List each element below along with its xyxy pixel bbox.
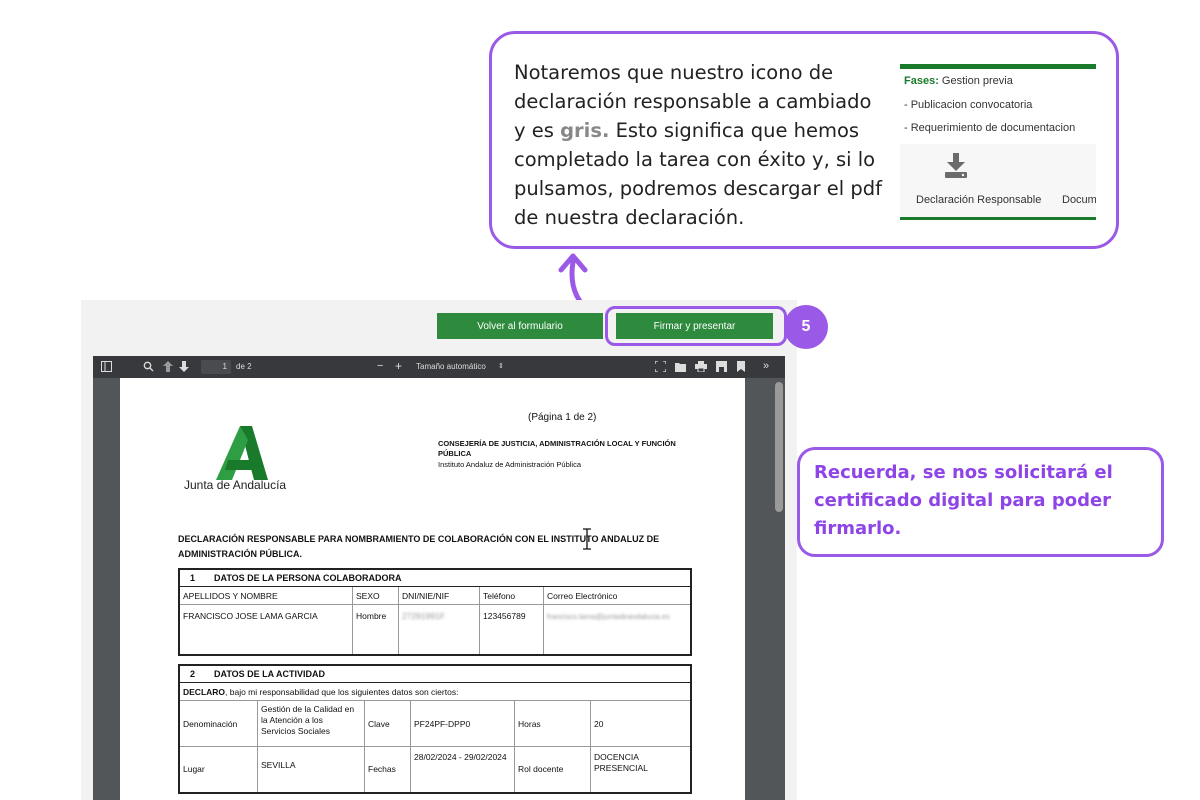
zoom-in-button[interactable]: + (395, 359, 402, 373)
info-callout-right: Recuerda, se nos solicitará el certifica… (797, 447, 1164, 557)
ministry-name: CONSEJERÍA DE JUSTICIA, ADMINISTRACIÓN L… (438, 439, 676, 458)
page-number-input[interactable]: 1 (201, 360, 231, 374)
junta-andalucia-logo (216, 426, 268, 480)
col-header-dni: DNI/NIE/NIF (402, 591, 450, 601)
activity-data-table: 2 DATOS DE LA ACTIVIDAD DECLARO, bajo mi … (178, 664, 692, 794)
declaracion-responsable-label[interactable]: Declaración Responsable (916, 194, 1041, 206)
callout-top-text: Notaremos que nuestro icono de declaraci… (514, 61, 882, 229)
declaro-text: DECLARO, bajo mi responsabilidad que los… (183, 687, 459, 697)
col-header-email: Correo Electrónico (547, 591, 618, 601)
value-name: FRANCISCO JOSE LAMA GARCIA (183, 611, 318, 621)
text-cursor-icon (583, 528, 591, 550)
value-dni: 27291991F (402, 611, 446, 621)
label-clave: Clave (368, 719, 390, 729)
page-total: de 2 (236, 362, 252, 371)
print-icon[interactable] (695, 361, 707, 372)
arrow-up-icon[interactable] (163, 361, 173, 372)
inset-action-area (900, 144, 1096, 217)
value-sex: Hombre (356, 611, 387, 621)
section-1-header: 1 DATOS DE LA PERSONA COLABORADORA (180, 570, 690, 587)
page-indicator: (Página 1 de 2) (528, 412, 597, 423)
value-email: francisco.lama@juntadeandalucia.es (547, 612, 670, 621)
phase-row: Fases: Gestion previa (904, 75, 1013, 87)
zoom-select[interactable]: Tamaño automático (416, 362, 486, 371)
pdf-scrollbar[interactable] (775, 382, 783, 512)
save-icon[interactable] (716, 361, 727, 372)
bookmark-icon[interactable] (737, 361, 745, 372)
info-callout-top: Notaremos que nuestro icono de declaraci… (489, 31, 1119, 249)
value-phone: 123456789 (483, 611, 526, 621)
value-clave: PF24PF-DPP0 (414, 719, 471, 729)
grey-highlight-word: gris. (560, 119, 610, 142)
value-denominacion: Gestión de la Calidad en la Atención a l… (261, 704, 355, 736)
sign-button-highlight (605, 306, 787, 346)
open-file-icon[interactable] (675, 361, 686, 372)
arrow-down-icon[interactable] (179, 361, 189, 372)
col-header-name: APELLIDOS Y NOMBRE (183, 591, 278, 601)
phase-item-1: - Publicacion convocatoria (904, 99, 1033, 111)
more-tools-button[interactable]: » (763, 360, 769, 372)
sidebar-toggle-icon[interactable] (101, 361, 112, 372)
fullscreen-icon[interactable] (655, 361, 666, 372)
institute-name: Instituto Andaluz de Administración Públ… (438, 460, 582, 469)
section-2-header: 2 DATOS DE LA ACTIVIDAD (180, 666, 690, 683)
col-header-sex: SEXO (356, 591, 380, 601)
back-to-form-button[interactable]: Volver al formulario (437, 313, 603, 339)
value-horas: 20 (594, 719, 604, 729)
col-header-phone: Teléfono (483, 591, 516, 601)
collaborator-data-table: 1 DATOS DE LA PERSONA COLABORADORA APELLI… (178, 568, 692, 656)
phases-inset-screenshot: Fases: Gestion previa - Publicacion conv… (900, 64, 1096, 220)
label-denominacion: Denominación (183, 719, 238, 729)
pdf-page: (Página 1 de 2) Junta de Andalucía CONSE… (120, 378, 745, 800)
value-lugar: SEVILLA (261, 760, 296, 770)
search-icon[interactable] (143, 361, 154, 372)
step-number-badge: 5 (784, 305, 828, 349)
document-title: DECLARACIÓN RESPONSABLE PARA NOMBRAMIENT… (178, 534, 660, 559)
documentos-label[interactable]: Docum (1062, 194, 1096, 206)
callout-right-text: Recuerda, se nos solicitará el certifica… (814, 462, 1113, 539)
app-area: Volver al formulario Firmar y presentar … (81, 300, 797, 800)
zoom-out-button[interactable]: − (377, 360, 383, 372)
phase-item-2: - Requerimiento de documentacion (904, 122, 1076, 134)
label-fechas: Fechas (368, 764, 396, 774)
logo-text: Junta de Andalucía (184, 478, 287, 492)
pdf-viewer: 1 de 2 − + Tamaño automático ⇕ » (Página… (93, 356, 785, 800)
value-rol: DOCENCIA PRESENCIAL (594, 752, 648, 773)
label-horas: Horas (518, 719, 541, 729)
label-lugar: Lugar (183, 764, 205, 774)
download-icon[interactable] (942, 151, 970, 179)
zoom-select-chevron-icon[interactable]: ⇕ (498, 362, 504, 370)
label-rol: Rol docente (518, 764, 564, 774)
value-fechas: 28/02/2024 - 29/02/2024 (414, 752, 507, 762)
pdf-toolbar: 1 de 2 − + Tamaño automático ⇕ » (93, 356, 785, 378)
